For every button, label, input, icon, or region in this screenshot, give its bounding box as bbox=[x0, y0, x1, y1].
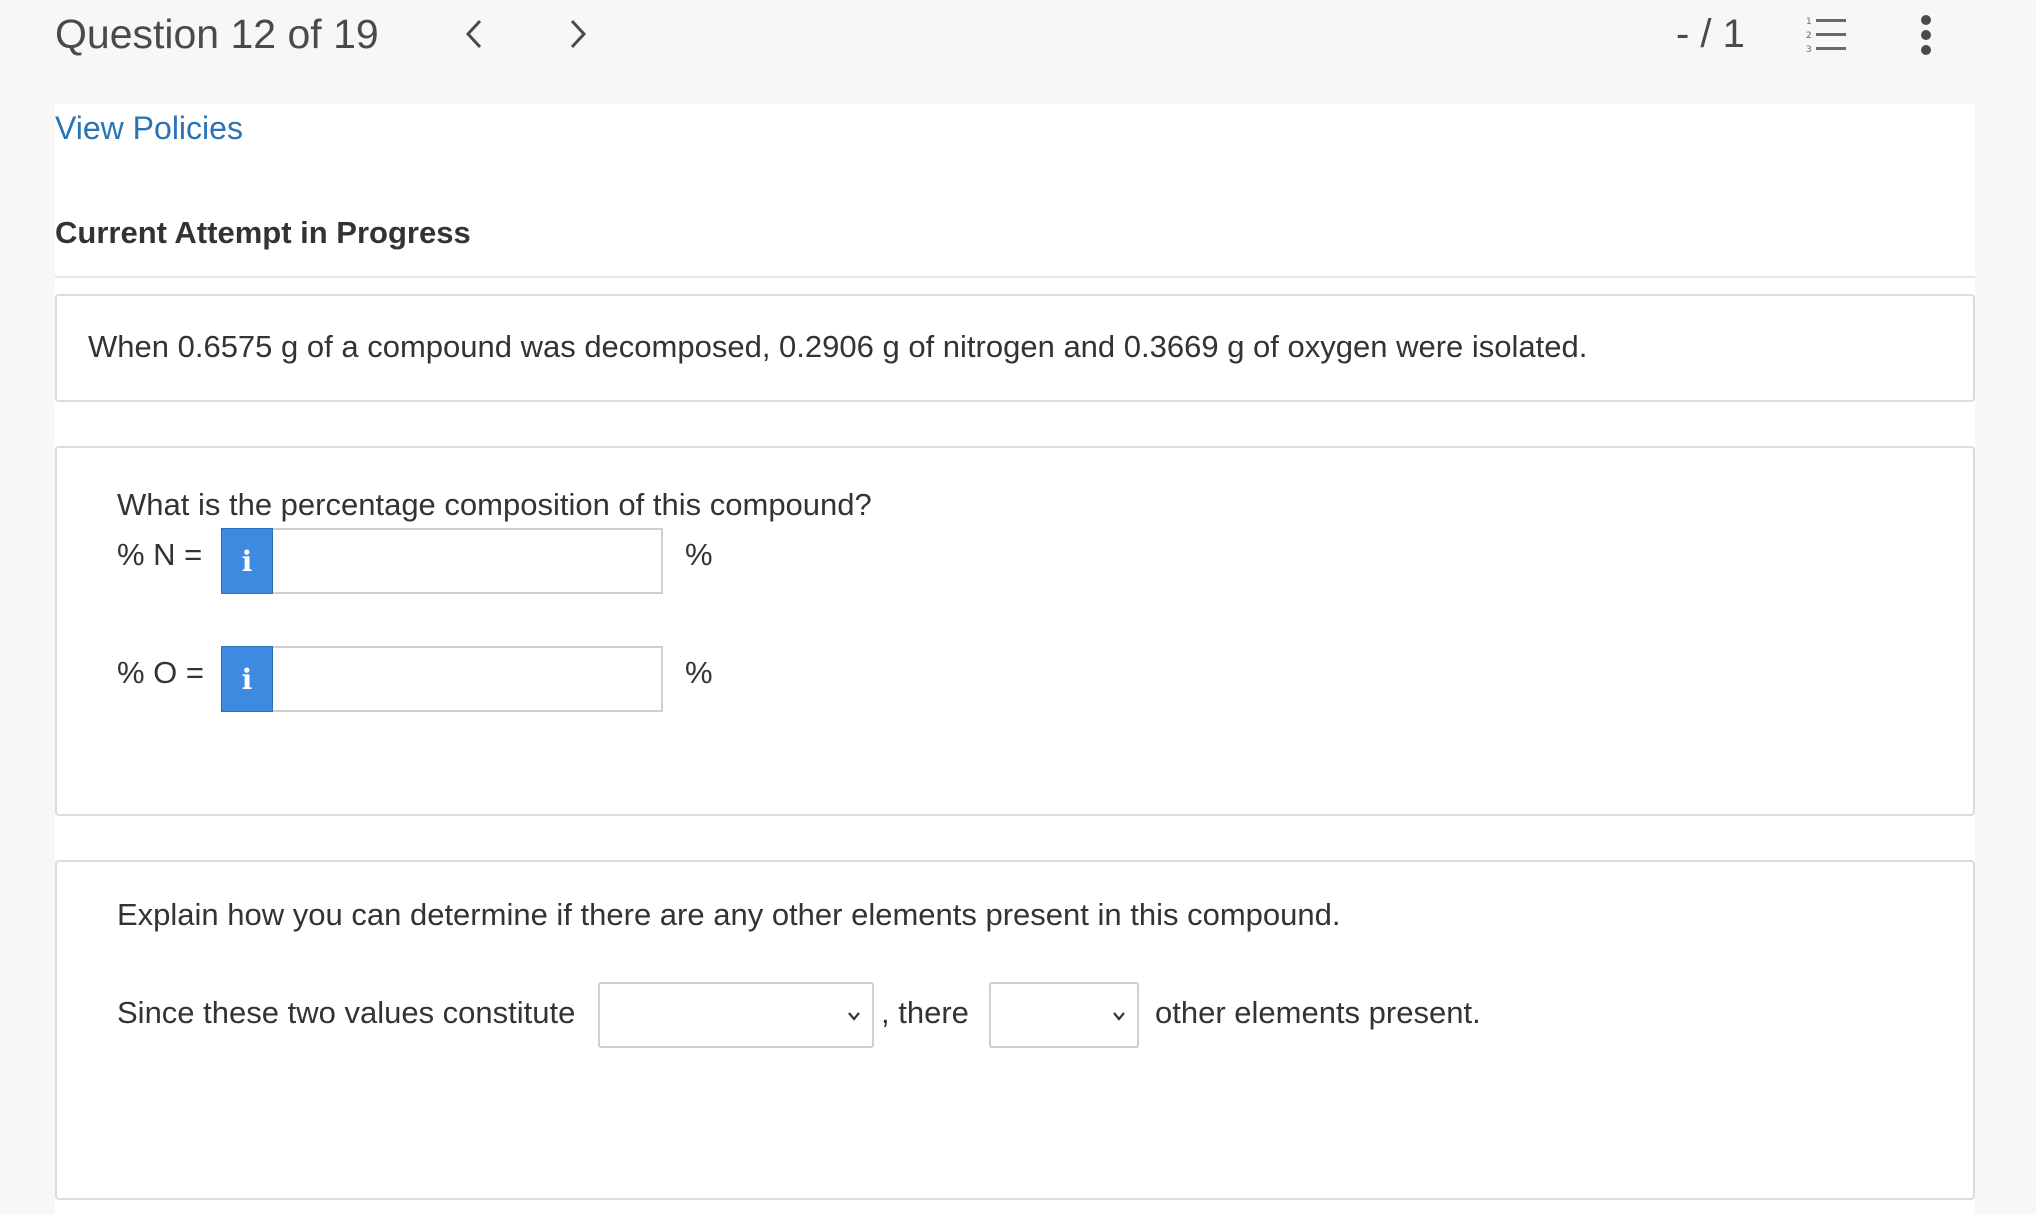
question-header: Question 12 of 19 - / 1 1 2 3 bbox=[0, 0, 2036, 104]
percent-o-input[interactable] bbox=[273, 646, 663, 712]
question-content: View Policies Current Attempt in Progres… bbox=[55, 104, 1975, 1214]
numbered-list-icon: 1 2 3 bbox=[1806, 17, 1846, 55]
part2-card: Explain how you can determine if there a… bbox=[55, 860, 1975, 1200]
part1-card: What is the percentage composition of th… bbox=[55, 446, 1975, 816]
question-title: Question 12 of 19 bbox=[55, 11, 379, 57]
svg-text:2: 2 bbox=[1806, 31, 1812, 41]
next-question-button[interactable] bbox=[558, 12, 598, 56]
percent-o-label: % O = bbox=[117, 655, 205, 690]
constitute-dropdown[interactable] bbox=[598, 982, 874, 1048]
svg-text:1: 1 bbox=[1806, 17, 1812, 27]
more-options-button[interactable] bbox=[1908, 12, 1944, 58]
percent-n-input[interactable] bbox=[273, 528, 663, 594]
sentence-start: Since these two values constitute bbox=[117, 995, 576, 1030]
sentence-end: other elements present. bbox=[1155, 995, 1481, 1030]
chevron-down-icon bbox=[1113, 1012, 1125, 1021]
percent-n-label: % N = bbox=[117, 537, 203, 572]
chevron-left-icon bbox=[465, 19, 482, 49]
view-policies-link[interactable]: View Policies bbox=[55, 104, 243, 152]
question-list-button[interactable]: 1 2 3 bbox=[1804, 12, 1850, 58]
info-icon: i bbox=[241, 662, 253, 696]
attempt-status: Current Attempt in Progress bbox=[55, 215, 471, 250]
there-dropdown[interactable] bbox=[989, 982, 1139, 1048]
part1-prompt: What is the percentage composition of th… bbox=[117, 487, 872, 522]
previous-question-button[interactable] bbox=[454, 12, 494, 56]
percent-n-unit: % bbox=[685, 537, 713, 572]
percent-o-info-button[interactable]: i bbox=[221, 646, 273, 712]
sentence-mid: , there bbox=[881, 995, 969, 1030]
info-icon: i bbox=[241, 544, 253, 578]
chevron-down-icon bbox=[848, 1012, 860, 1021]
chevron-right-icon bbox=[570, 19, 587, 49]
score-display: - / 1 bbox=[1676, 12, 1745, 56]
vertical-ellipsis-icon bbox=[1921, 15, 1931, 55]
percent-n-info-button[interactable]: i bbox=[221, 528, 273, 594]
part2-prompt: Explain how you can determine if there a… bbox=[117, 897, 1341, 932]
percent-o-unit: % bbox=[685, 655, 713, 690]
question-stem-card: When 0.6575 g of a compound was decompos… bbox=[55, 294, 1975, 402]
divider bbox=[55, 276, 1975, 278]
question-stem: When 0.6575 g of a compound was decompos… bbox=[88, 329, 1588, 364]
svg-text:3: 3 bbox=[1806, 45, 1812, 55]
